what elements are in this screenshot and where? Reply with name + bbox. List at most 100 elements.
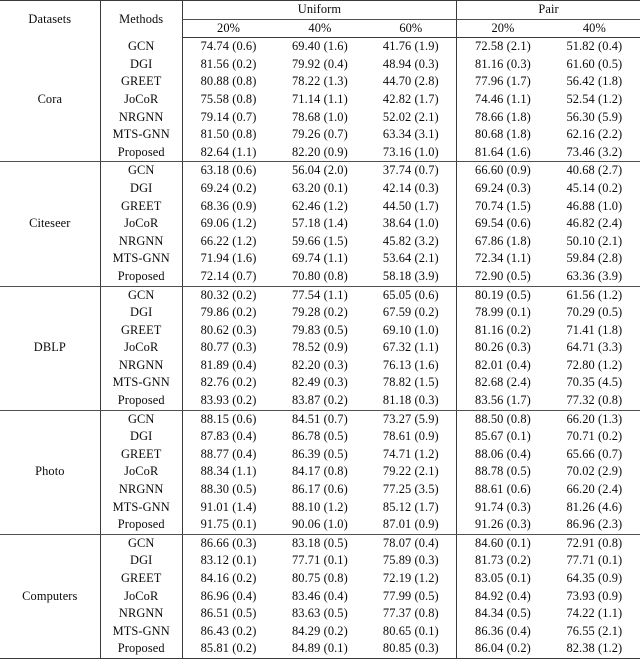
metric-cell: 84.17 (0.8) — [292, 464, 348, 479]
metric-cell: 77.25 (3.5) — [382, 482, 439, 497]
metric-cell: 52.02 (2.1) — [382, 109, 439, 124]
metric-cell: 81.89 (0.4) — [181, 356, 275, 375]
metric-cell: 86.78 (0.5) — [292, 429, 348, 444]
metric-cell: 69.74 (1.1) — [292, 251, 348, 266]
metric-cell: 80.26 (0.3) — [456, 339, 549, 357]
header-datasets: Datasets — [0, 0, 101, 38]
metric-cell: 62.46 (1.2) — [292, 198, 348, 213]
metric-cell: 74.74 (0.6) — [181, 37, 275, 56]
metric-cell: 91.74 (0.3) — [456, 498, 549, 517]
metric-cell: 71.94 (1.6) — [181, 250, 275, 268]
metric-cell: 84.60 (0.1) — [456, 534, 549, 553]
metric-cell: 57.18 (1.4) — [292, 216, 348, 231]
header-rate-uniform-40: 40% — [274, 19, 366, 39]
metric-cell: 79.92 (0.4) — [292, 56, 348, 71]
metric-cell: 80.32 (0.2) — [181, 286, 275, 305]
metric-cell: 80.88 (0.8) — [181, 73, 275, 91]
metric-cell: 77.32 (0.8) — [548, 392, 640, 411]
metric-cell: 64.35 (0.9) — [566, 571, 623, 585]
header-rate-pair-40: 40% — [548, 19, 640, 39]
metric-cell: 69.54 (0.6) — [456, 215, 549, 233]
method-name: JoCoR — [99, 90, 183, 109]
metric-cell: 86.39 (0.5) — [292, 446, 348, 461]
metric-cell: 79.14 (0.7) — [181, 108, 275, 127]
metric-cell: 70.71 (0.2) — [566, 429, 623, 444]
metric-cell: 91.26 (0.3) — [456, 516, 549, 535]
metric-cell: 42.14 (0.3) — [382, 180, 439, 195]
metric-cell: 84.92 (0.4) — [456, 587, 549, 606]
method-name: GREET — [99, 445, 183, 464]
metric-cell: 80.19 (0.5) — [456, 286, 549, 305]
method-name: GREET — [99, 73, 183, 91]
metric-cell: 88.15 (0.6) — [181, 410, 275, 429]
method-name: NRGNN — [99, 108, 183, 127]
metric-cell: 86.17 (0.6) — [292, 482, 348, 497]
metric-cell: 83.12 (0.1) — [181, 552, 275, 570]
metric-cell: 79.86 (0.2) — [181, 304, 275, 322]
metric-cell: 88.50 (0.8) — [456, 410, 549, 429]
method-name: JoCoR — [99, 339, 183, 357]
metric-cell: 61.56 (1.2) — [566, 287, 623, 302]
metric-cell: 59.66 (1.5) — [292, 233, 348, 248]
metric-cell: 77.54 (1.1) — [292, 287, 348, 302]
header-group-pair: Pair — [456, 0, 640, 20]
metric-cell: 81.64 (1.6) — [456, 143, 549, 163]
metric-cell: 72.19 (1.2) — [382, 571, 439, 585]
metric-cell: 85.12 (1.7) — [382, 499, 439, 514]
metric-cell: 81.56 (0.2) — [181, 55, 275, 74]
method-name: DGI — [99, 55, 183, 74]
metric-cell: 77.96 (1.7) — [456, 73, 549, 91]
metric-cell: 77.99 (0.5) — [382, 588, 439, 603]
method-name: MTS-GNN — [99, 126, 183, 144]
dataset-name-citeseer: Citeseer — [0, 161, 101, 287]
metric-cell: 65.66 (0.7) — [566, 446, 623, 461]
header-rate-uniform-60: 60% — [365, 19, 457, 39]
metric-cell: 86.04 (0.2) — [456, 640, 549, 659]
metric-cell: 74.46 (1.1) — [456, 90, 549, 109]
method-name: GCN — [99, 161, 183, 180]
metric-cell: 40.68 (2.7) — [566, 163, 623, 178]
metric-cell: 67.32 (1.1) — [382, 340, 439, 355]
metric-cell: 76.13 (1.6) — [382, 357, 439, 372]
metric-cell: 66.20 (1.3) — [566, 411, 623, 426]
table-header: Datasets Methods Uniform Pair 20% 40% 60… — [0, 0, 640, 39]
metric-cell: 48.94 (0.3) — [382, 56, 439, 71]
metric-cell: 52.54 (1.2) — [566, 91, 623, 106]
metric-cell: 80.62 (0.3) — [181, 321, 275, 340]
metric-cell: 75.58 (0.8) — [181, 90, 275, 109]
header-rate-pair-20: 20% — [456, 19, 549, 39]
method-name: GCN — [99, 534, 183, 553]
metric-cell: 70.80 (0.8) — [274, 267, 366, 287]
metric-cell: 69.10 (1.0) — [382, 322, 439, 337]
results-table: Datasets Methods Uniform Pair 20% 40% 60… — [0, 0, 640, 659]
metric-cell: 90.06 (1.0) — [274, 516, 366, 535]
metric-cell: 71.14 (1.1) — [292, 91, 348, 106]
metric-cell: 84.89 (0.1) — [274, 640, 366, 659]
metric-cell: 82.49 (0.3) — [292, 375, 348, 390]
metric-cell: 87.01 (0.9) — [365, 516, 457, 535]
table-row: Computers GCN 86.66 (0.3) 83.18 (0.5) 78.07 … — [0, 534, 640, 659]
metric-cell: 80.65 (0.1) — [382, 623, 439, 638]
metric-cell: 80.75 (0.8) — [292, 571, 348, 585]
metric-cell: 77.71 (0.1) — [566, 553, 623, 568]
dataset-name-cora: Cora — [0, 37, 101, 163]
method-name: Proposed — [99, 267, 183, 287]
metric-cell: 45.14 (0.2) — [566, 180, 623, 195]
metric-cell: 73.93 (0.9) — [566, 588, 623, 603]
metric-cell: 63.36 (3.9) — [548, 267, 640, 287]
method-name: NRGNN — [99, 481, 183, 499]
metric-cell: 69.06 (1.2) — [181, 215, 275, 233]
metric-cell: 63.18 (0.6) — [181, 161, 275, 180]
metric-cell: 81.16 (0.3) — [456, 55, 549, 74]
metric-cell: 73.16 (1.0) — [365, 143, 457, 163]
metric-cell: 88.77 (0.4) — [181, 445, 275, 464]
metric-cell: 61.60 (0.5) — [566, 56, 623, 71]
metric-cell: 85.67 (0.1) — [456, 428, 549, 446]
metric-cell: 66.20 (2.4) — [566, 482, 623, 497]
metric-cell: 62.16 (2.2) — [566, 127, 623, 142]
metric-cell: 56.04 (2.0) — [292, 163, 348, 178]
metric-cell: 45.82 (3.2) — [382, 233, 439, 248]
method-name: NRGNN — [99, 356, 183, 375]
metric-cell: 83.56 (1.7) — [456, 392, 549, 411]
metric-cell: 88.78 (0.5) — [456, 463, 549, 482]
